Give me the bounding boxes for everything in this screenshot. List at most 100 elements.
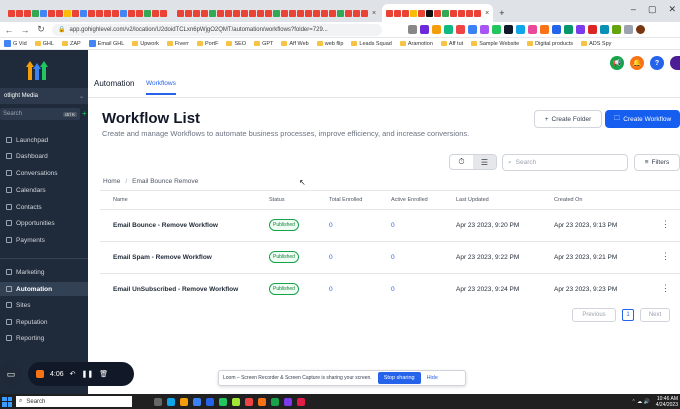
bookmark-item[interactable]: GHL <box>34 41 54 47</box>
more-options-icon[interactable]: ⋮ <box>661 283 670 294</box>
bookmark-item[interactable]: SEO <box>226 41 246 47</box>
list-view-icon[interactable]: ☰ <box>473 155 496 169</box>
extension-icon[interactable] <box>504 25 513 34</box>
trash-icon[interactable]: 🗑 <box>99 370 108 378</box>
more-options-icon[interactable]: ⋮ <box>661 251 670 262</box>
extension-icon[interactable] <box>432 25 441 34</box>
sidebar-item-sites[interactable]: Sites <box>0 298 88 312</box>
filters-button[interactable]: ≡ Filters <box>634 154 680 171</box>
pause-icon[interactable]: ❚❚ <box>82 370 94 378</box>
bookmark-item[interactable]: GPT <box>254 41 273 47</box>
bookmark-item[interactable]: Upwork <box>132 41 159 47</box>
bookmark-item[interactable]: Leads Squad <box>351 41 392 47</box>
extension-icon[interactable] <box>540 25 549 34</box>
sidebar-item-launchpad[interactable]: Launchpad <box>0 133 88 147</box>
column-header-status[interactable]: Status <box>269 197 285 203</box>
sidebar-item-automation[interactable]: Automation <box>0 282 88 296</box>
column-header-created-on[interactable]: Created On <box>554 197 582 203</box>
table-row[interactable]: Email Spam - Remove Workflow Published 0 0 A… <box>100 241 680 273</box>
extension-icon[interactable] <box>420 25 429 34</box>
table-row[interactable]: Email Bounce - Remove Workflow Published 0… <box>100 209 680 241</box>
extension-icon[interactable] <box>588 25 597 34</box>
column-header-name[interactable]: Name <box>113 197 128 203</box>
stop-recording-button[interactable] <box>36 370 44 378</box>
sidebar-item-contacts[interactable]: Contacts <box>0 200 88 214</box>
minimize-button[interactable]: – <box>631 4 636 15</box>
more-options-icon[interactable]: ⋮ <box>661 219 670 230</box>
workflow-name[interactable]: Email Spam - Remove Workflow <box>113 254 212 261</box>
avatar[interactable] <box>670 56 680 70</box>
table-row[interactable]: Email UnSubscribed - Remove Workflow Publ… <box>100 273 680 305</box>
file-explorer-icon[interactable] <box>180 397 188 406</box>
task-view-icon[interactable] <box>154 397 162 406</box>
extension-icon[interactable] <box>552 25 561 34</box>
extension-icon[interactable] <box>576 25 585 34</box>
extension-icon[interactable] <box>612 25 621 34</box>
sidebar-item-payments[interactable]: Payments <box>0 233 88 247</box>
bookmark-item[interactable]: Fiverr <box>166 41 189 47</box>
extension-icon[interactable] <box>600 25 609 34</box>
sidebar-item-conversations[interactable]: Conversations <box>0 166 88 180</box>
extension-icon[interactable] <box>444 25 453 34</box>
undo-icon[interactable]: ↶ <box>70 370 76 378</box>
back-icon[interactable]: ← <box>4 25 14 35</box>
forward-icon[interactable]: → <box>20 25 30 35</box>
bookmark-item[interactable]: Sample Website <box>471 41 519 47</box>
extension-icon[interactable] <box>564 25 573 34</box>
location-switcher[interactable]: otlight Media ⌄ <box>0 88 88 104</box>
bookmark-item[interactable]: ZAP <box>61 41 81 47</box>
extension-icon[interactable] <box>528 25 537 34</box>
sidebar-search[interactable]: Search ctrl K <box>0 108 80 120</box>
extension-icon[interactable] <box>468 25 477 34</box>
reload-icon[interactable]: ↻ <box>36 24 46 35</box>
windows-start-icon[interactable] <box>2 396 12 407</box>
bookmark-item[interactable]: G Vid <box>4 40 27 47</box>
column-header-active-enrolled[interactable]: Active Enrolled <box>391 197 428 203</box>
sidebar-item-calendars[interactable]: Calendars <box>0 183 88 197</box>
app-icon[interactable] <box>232 397 240 406</box>
whatsapp-icon[interactable] <box>271 397 279 406</box>
extension-icon[interactable] <box>492 25 501 34</box>
browser-tab-active[interactable]: × <box>382 4 494 22</box>
bookmark-item[interactable]: PortF <box>196 41 218 47</box>
sidebar-item-reporting[interactable]: Reporting <box>0 331 88 345</box>
taskbar-search[interactable]: ⌕ Search <box>16 396 132 407</box>
maximize-button[interactable]: ▢ <box>648 4 657 15</box>
camera-icon[interactable]: ▭ <box>0 362 22 386</box>
browser-tab-group-2[interactable]: × <box>173 4 380 22</box>
workflow-name[interactable]: Email Bounce - Remove Workflow <box>113 222 218 229</box>
app-icon[interactable] <box>245 397 253 406</box>
app-icon[interactable] <box>284 397 292 406</box>
close-tab-icon[interactable]: × <box>485 10 489 17</box>
profile-avatar-icon[interactable] <box>636 25 645 34</box>
address-bar[interactable]: 🔒 app.gohighlevel.com/v2/location/U2doid… <box>52 23 382 36</box>
tray-icons[interactable]: ⌃ ☁ 🔊 <box>632 399 650 405</box>
sidebar-item-marketing[interactable]: Marketing <box>0 265 88 279</box>
hide-banner-button[interactable]: Hide <box>427 375 438 381</box>
bookmark-item[interactable]: Aff tut <box>440 41 463 47</box>
app-icon[interactable] <box>297 397 305 406</box>
extension-icon[interactable] <box>624 25 633 34</box>
search-input[interactable]: ⌕ Search <box>502 154 628 171</box>
bookmark-item[interactable]: ADS Spy <box>581 41 611 47</box>
page-number-button[interactable]: 1 <box>622 309 634 321</box>
new-tab-button[interactable]: + <box>499 8 504 18</box>
create-workflow-button[interactable]: 🗀 Create Workflow <box>605 110 680 128</box>
bookmark-item[interactable]: Aff Web <box>281 41 309 47</box>
mail-icon[interactable] <box>206 397 214 406</box>
close-tab-icon[interactable]: × <box>372 10 376 17</box>
bookmark-item[interactable]: Aramotion <box>399 41 433 47</box>
browser-tab-group-1[interactable] <box>4 4 171 22</box>
extension-icon[interactable] <box>480 25 489 34</box>
create-folder-button[interactable]: + Create Folder <box>534 110 602 128</box>
chrome-icon[interactable] <box>219 397 227 406</box>
bookmark-item[interactable]: Digital products <box>527 41 573 47</box>
tab-workflows[interactable]: Workflows <box>146 80 176 95</box>
extension-icon[interactable] <box>516 25 525 34</box>
sidebar-item-reputation[interactable]: Reputation <box>0 315 88 329</box>
previous-page-button[interactable]: Previous <box>572 308 616 322</box>
close-window-button[interactable]: ✕ <box>668 4 676 15</box>
store-icon[interactable] <box>193 397 201 406</box>
extension-icon[interactable] <box>456 25 465 34</box>
bookmark-item[interactable]: web flip <box>316 41 343 47</box>
